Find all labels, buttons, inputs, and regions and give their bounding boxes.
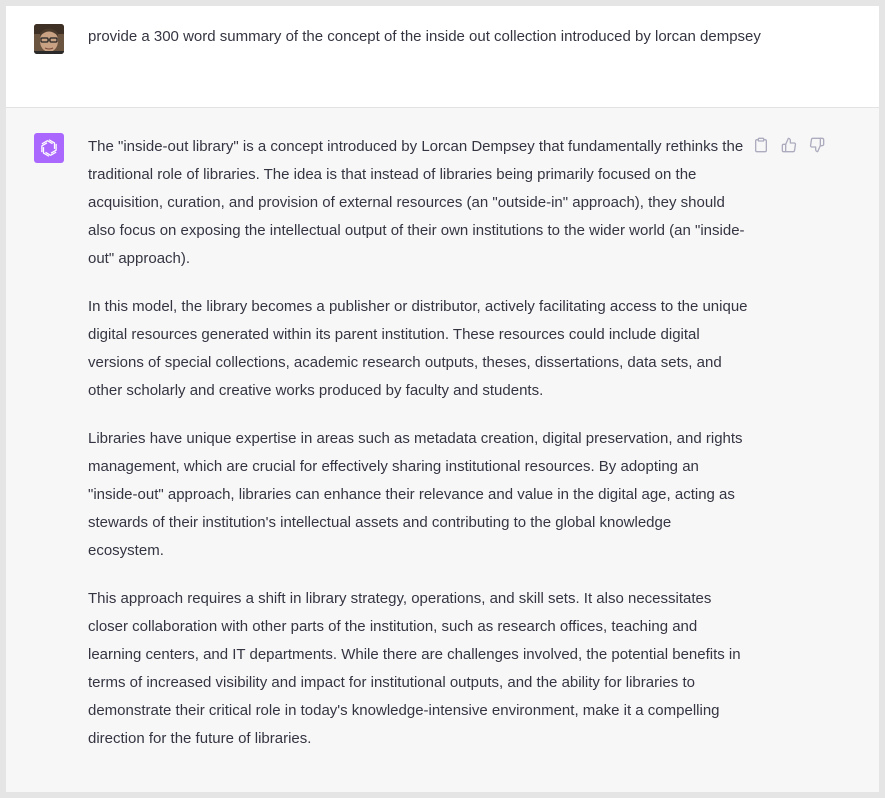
- thumbs-up-icon: [781, 137, 797, 153]
- user-avatar: [34, 24, 64, 54]
- assistant-avatar: [34, 133, 64, 163]
- copy-button[interactable]: [752, 136, 770, 154]
- assistant-message-row: The "inside-out library" is a concept in…: [6, 108, 879, 792]
- thumbs-down-button[interactable]: [808, 136, 826, 154]
- message-actions: [752, 136, 826, 154]
- chat-window: provide a 300 word summary of the concep…: [6, 6, 879, 792]
- user-message-row: provide a 300 word summary of the concep…: [6, 6, 879, 108]
- thumbs-down-icon: [809, 137, 825, 153]
- clipboard-icon: [755, 137, 767, 153]
- user-message-text: provide a 300 word summary of the concep…: [88, 28, 761, 45]
- answer-paragraph: In this model, the library becomes a pub…: [88, 298, 748, 399]
- answer-paragraph: The "inside-out library" is a concept in…: [88, 138, 745, 267]
- answer-paragraph: This approach requires a shift in librar…: [88, 590, 741, 747]
- answer-paragraph: Libraries have unique expertise in areas…: [88, 430, 743, 559]
- thumbs-up-button[interactable]: [780, 136, 798, 154]
- openai-logo-icon: [41, 139, 57, 157]
- assistant-message-text: The "inside-out library" is a concept in…: [88, 133, 748, 773]
